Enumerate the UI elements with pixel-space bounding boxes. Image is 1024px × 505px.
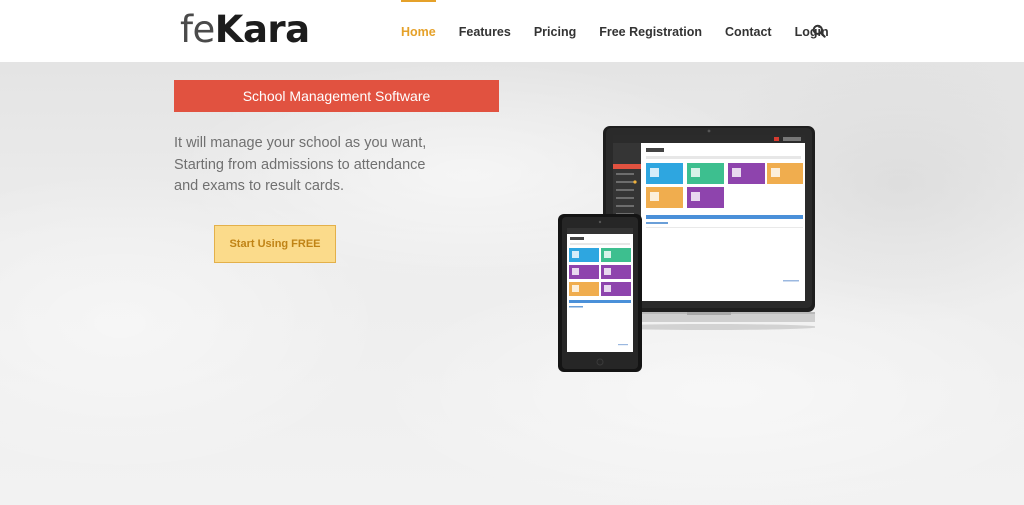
nav-contact[interactable]: Contact [725,0,772,62]
brand-logo-part-1: fe [180,8,215,51]
nav-home[interactable]: Home [401,0,436,62]
main-nav: Home Features Pricing Free Registration … [401,0,852,62]
site-header: feKara Home Features Pricing Free Regist… [0,0,1024,63]
start-free-button[interactable]: Start Using FREE [214,225,336,263]
tagline-banner: School Management Software [174,80,499,112]
description-line-3: and exams to result cards. [174,178,345,194]
hero-section: School Management Software It will manag… [0,63,1024,505]
hero-description: It will manage your school as you want, … [174,133,444,198]
description-line-1: It will manage your school as you want, [174,135,427,151]
search-icon[interactable] [812,24,826,38]
description-line-2: Starting from admissions to attendance [174,156,426,173]
nav-free-registration[interactable]: Free Registration [599,0,702,62]
nav-pricing[interactable]: Pricing [534,0,576,62]
nav-features[interactable]: Features [459,0,511,62]
tablet-mockup-image [558,214,642,372]
brand-logo[interactable]: feKara [180,6,310,54]
brand-logo-part-2: Kara [214,8,310,51]
